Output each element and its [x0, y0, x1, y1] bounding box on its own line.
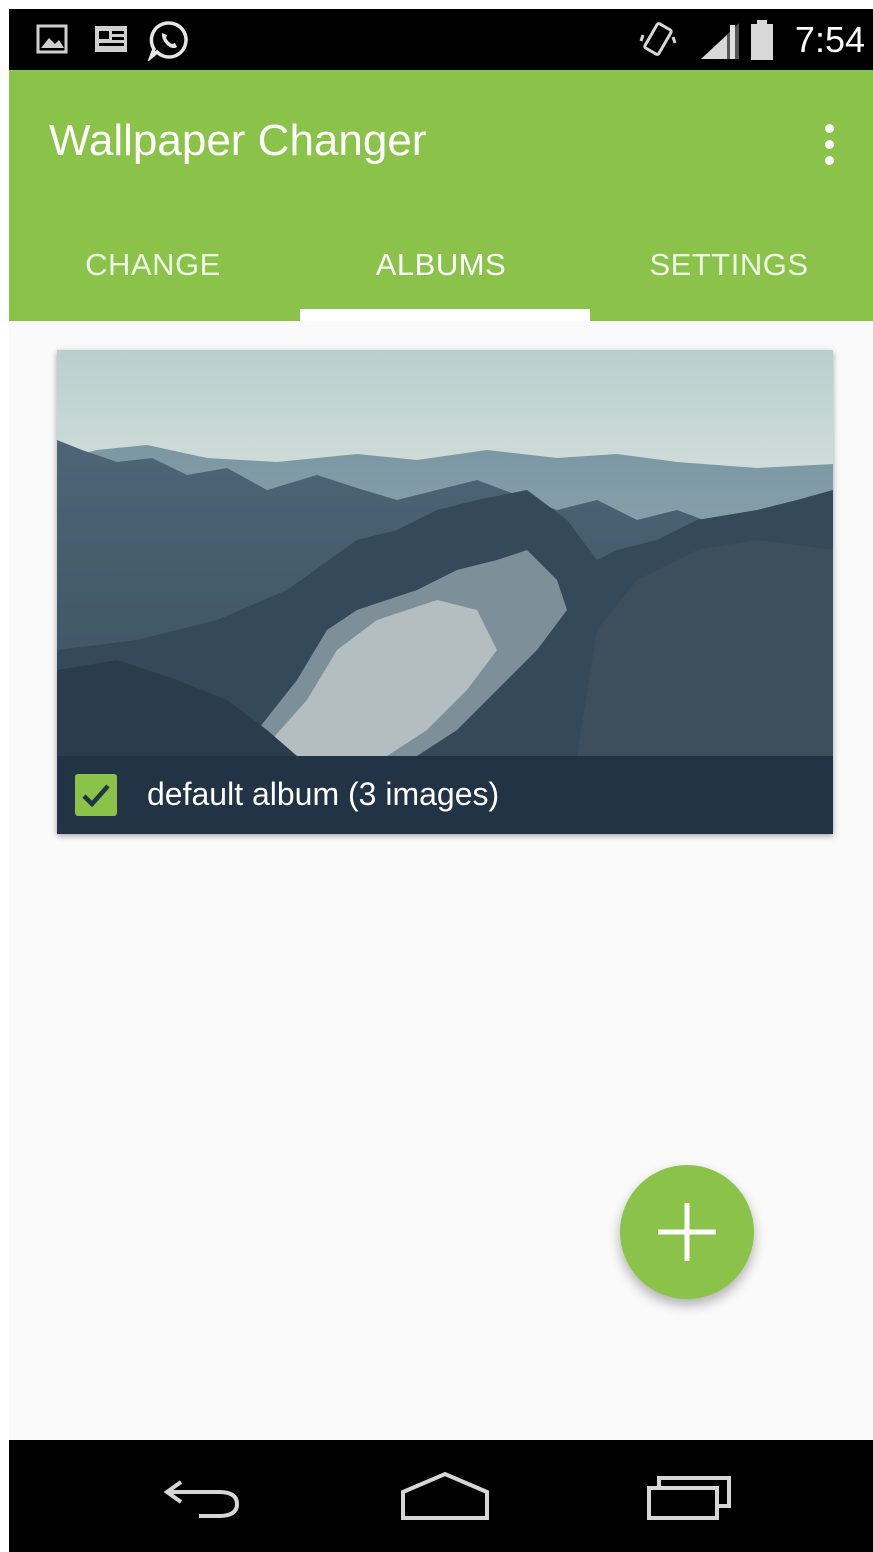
album-cover-image — [57, 350, 833, 756]
whatsapp-icon — [147, 21, 188, 61]
tab-settings[interactable]: SETTINGS — [585, 220, 873, 321]
app-bar: Wallpaper Changer CHANGE ALBUMS SETTINGS — [9, 70, 873, 321]
album-card[interactable]: default album (3 images) — [57, 350, 833, 834]
app-screen: 7:54 Wallpaper Changer CHANGE ALBUMS SET… — [9, 9, 873, 1552]
tab-indicator — [300, 309, 590, 321]
recents-icon[interactable] — [645, 1468, 737, 1524]
checkmark-icon — [82, 784, 110, 808]
plus-icon — [658, 1203, 716, 1261]
home-icon[interactable] — [399, 1468, 491, 1524]
album-label: default album (3 images) — [147, 776, 500, 812]
app-title: Wallpaper Changer — [49, 116, 427, 165]
tab-bar: CHANGE ALBUMS SETTINGS — [9, 220, 873, 321]
tab-settings-label: SETTINGS — [649, 247, 809, 282]
album-checkbox[interactable] — [75, 774, 117, 816]
image-notification-icon — [36, 24, 68, 54]
tab-albums[interactable]: ALBUMS — [297, 220, 585, 321]
back-icon[interactable] — [159, 1468, 249, 1524]
signal-icon — [701, 23, 739, 59]
status-time: 7:54 — [794, 19, 865, 60]
album-footer: default album (3 images) — [57, 756, 833, 834]
overflow-menu-icon[interactable] — [805, 114, 853, 174]
news-notification-icon — [95, 26, 127, 52]
add-album-button[interactable] — [620, 1165, 754, 1299]
vibrate-icon — [639, 22, 677, 56]
status-bar: 7:54 — [9, 9, 873, 70]
navigation-bar — [9, 1440, 873, 1552]
tab-albums-label: ALBUMS — [375, 247, 507, 282]
tab-change-label: CHANGE — [85, 247, 221, 282]
tab-change[interactable]: CHANGE — [9, 220, 297, 321]
battery-icon — [751, 20, 773, 60]
